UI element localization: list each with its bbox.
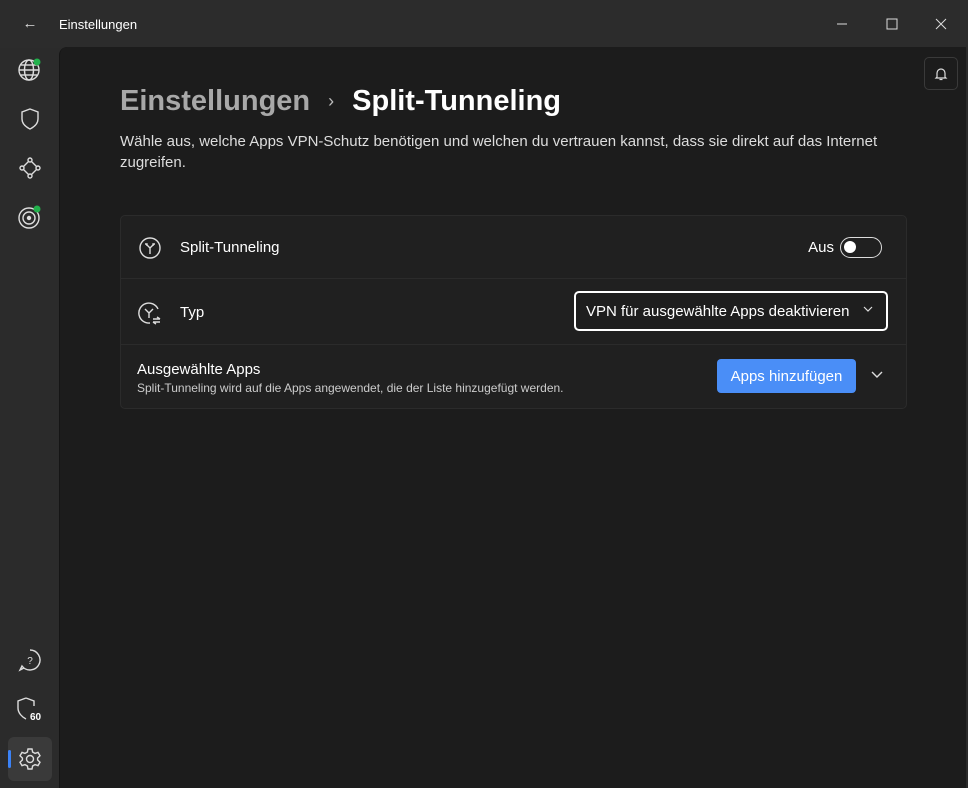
settings-card: Split-Tunneling Aus Typ VPN für ausgewäh… (120, 215, 907, 409)
selected-apps-row: Ausgewählte Apps Split-Tunneling wird au… (121, 345, 906, 408)
help-icon[interactable]: ? (10, 640, 50, 680)
page-title: Split-Tunneling (352, 85, 562, 117)
expand-chevron-icon[interactable] (870, 367, 884, 381)
type-dropdown[interactable]: VPN für ausgewählte Apps deaktivieren (574, 291, 888, 331)
split-type-icon (138, 302, 161, 325)
svg-text:?: ? (27, 656, 33, 667)
title-bar: ← Einstellungen (0, 0, 968, 48)
minimize-button[interactable] (827, 10, 857, 38)
settings-icon[interactable] (8, 737, 52, 781)
split-icon (139, 237, 161, 259)
type-label: Typ (180, 304, 205, 321)
split-tunneling-toggle[interactable] (840, 237, 882, 258)
type-selected-value: VPN für ausgewählte Apps deaktivieren (586, 303, 850, 320)
selected-apps-title: Ausgewählte Apps (137, 361, 261, 378)
type-row: Typ VPN für ausgewählte Apps deaktiviere… (121, 279, 906, 345)
badge-count: 60 (30, 712, 42, 723)
toggle-state-label: Aus (808, 239, 834, 256)
add-apps-button[interactable]: Apps hinzufügen (717, 359, 856, 393)
sidebar: ? 60 (0, 48, 59, 788)
network-icon[interactable] (10, 148, 50, 188)
notifications-button[interactable] (924, 57, 958, 90)
chevron-right-icon: › (328, 91, 335, 111)
breadcrumb-parent[interactable]: Einstellungen (120, 85, 310, 118)
maximize-button[interactable] (877, 10, 907, 38)
back-button[interactable]: ← (18, 12, 42, 36)
split-tunneling-label: Split-Tunneling (180, 239, 280, 256)
shield-icon[interactable] (10, 99, 50, 139)
bell-icon (934, 67, 948, 80)
shield-badge-icon[interactable]: 60 (10, 690, 50, 730)
breadcrumb: Einstellungen › Split-Tunneling (120, 85, 561, 118)
page-description: Wähle aus, welche Apps VPN-Schutz benöti… (120, 133, 878, 171)
window-title: Einstellungen (59, 17, 138, 32)
main-content: Einstellungen › Split-Tunneling Wähle au… (59, 47, 966, 788)
active-indicator (8, 750, 11, 768)
split-tunneling-row: Split-Tunneling Aus (121, 216, 906, 279)
radar-icon[interactable] (10, 197, 50, 237)
selected-apps-subtitle: Split-Tunneling wird auf die Apps angewe… (137, 381, 564, 395)
chevron-down-icon (863, 306, 873, 312)
globe-icon[interactable] (10, 50, 50, 90)
close-button[interactable] (926, 10, 956, 38)
